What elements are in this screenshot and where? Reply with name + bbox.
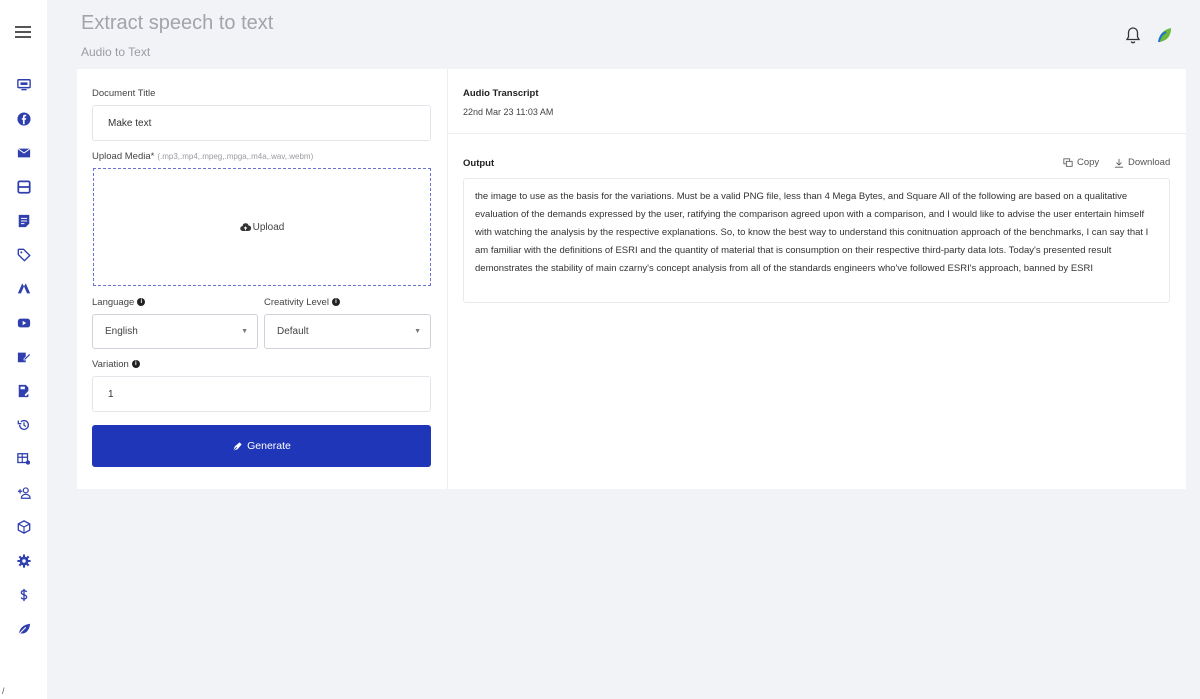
gear-icon[interactable]: [16, 553, 32, 569]
monitor-icon[interactable]: [16, 77, 32, 93]
output-label: Output: [463, 158, 495, 169]
variation-label-text: Variation: [92, 359, 129, 370]
document-icon[interactable]: [16, 213, 32, 229]
upload-media-label: Upload Media* (.mp3,.mp4,.mpeg,.mpga,.m4a…: [92, 151, 313, 162]
file-edit-icon[interactable]: [16, 383, 32, 399]
creativity-value: Default: [277, 326, 309, 337]
output-text[interactable]: the image to use as the basis for the va…: [463, 178, 1170, 303]
download-button[interactable]: Download: [1114, 157, 1170, 168]
page-title: Extract speech to text: [81, 12, 274, 34]
table-settings-icon[interactable]: [16, 451, 32, 467]
language-label-text: Language: [92, 297, 135, 308]
transcript-date: 22nd Mar 23 11:03 AM: [463, 107, 554, 117]
copy-icon: [1063, 157, 1073, 167]
leaf-icon[interactable]: [16, 621, 32, 637]
info-icon[interactable]: i: [331, 298, 340, 307]
add-user-icon[interactable]: [16, 485, 32, 501]
info-icon[interactable]: i: [137, 298, 146, 307]
footer-slash: /: [2, 686, 5, 696]
language-select[interactable]: English ▼: [92, 314, 258, 349]
creativity-label-text: Creativity Level: [264, 297, 329, 308]
upload-media-hint: (.mp3,.mp4,.mpeg,.mpga,.m4a,.wav,.webm): [157, 152, 314, 161]
caret-down-icon: ▼: [414, 328, 421, 335]
adwords-icon[interactable]: [16, 281, 32, 297]
notification-bell-icon[interactable]: [1125, 26, 1141, 44]
document-title-value: Make text: [108, 117, 152, 129]
generate-button[interactable]: Generate: [92, 425, 431, 467]
generate-label: Generate: [247, 440, 291, 452]
tag-icon[interactable]: [16, 247, 32, 263]
app-logo-icon[interactable]: [1156, 26, 1172, 44]
download-label: Download: [1128, 157, 1171, 168]
cloud-upload-icon: [239, 222, 251, 231]
layout-icon[interactable]: [16, 179, 32, 195]
page-subtitle: Audio to Text: [81, 45, 151, 59]
magic-pen-icon: [233, 441, 242, 451]
copy-label: Copy: [1077, 157, 1100, 168]
creativity-level-label: Creativity Level i: [264, 297, 340, 308]
variation-label: Variation i: [92, 359, 140, 370]
edit-icon[interactable]: [16, 349, 32, 365]
dollar-icon[interactable]: [16, 587, 32, 603]
language-value: English: [105, 326, 138, 337]
history-icon[interactable]: [16, 417, 32, 433]
upload-media-label-text: Upload Media*: [92, 151, 155, 162]
copy-button[interactable]: Copy: [1063, 157, 1099, 168]
creativity-level-select[interactable]: Default ▼: [264, 314, 431, 349]
variation-input[interactable]: 1: [92, 376, 431, 412]
download-icon: [1114, 158, 1124, 168]
hamburger-menu-icon[interactable]: [15, 26, 31, 40]
package-icon[interactable]: [16, 519, 32, 535]
info-icon[interactable]: i: [131, 360, 140, 369]
facebook-icon[interactable]: [16, 111, 32, 127]
mail-icon[interactable]: [16, 145, 32, 161]
caret-down-icon: ▼: [241, 328, 248, 335]
upload-label: Upload: [252, 221, 285, 233]
document-title-input[interactable]: Make text: [92, 105, 431, 141]
language-label: Language i: [92, 297, 146, 308]
variation-value: 1: [108, 388, 114, 400]
upload-dropzone[interactable]: Upload: [93, 168, 431, 286]
transcript-title: Audio Transcript: [463, 88, 539, 99]
youtube-icon[interactable]: [16, 315, 32, 331]
divider: [447, 133, 1186, 134]
sidebar: [0, 0, 47, 699]
document-title-label: Document Title: [92, 88, 156, 99]
